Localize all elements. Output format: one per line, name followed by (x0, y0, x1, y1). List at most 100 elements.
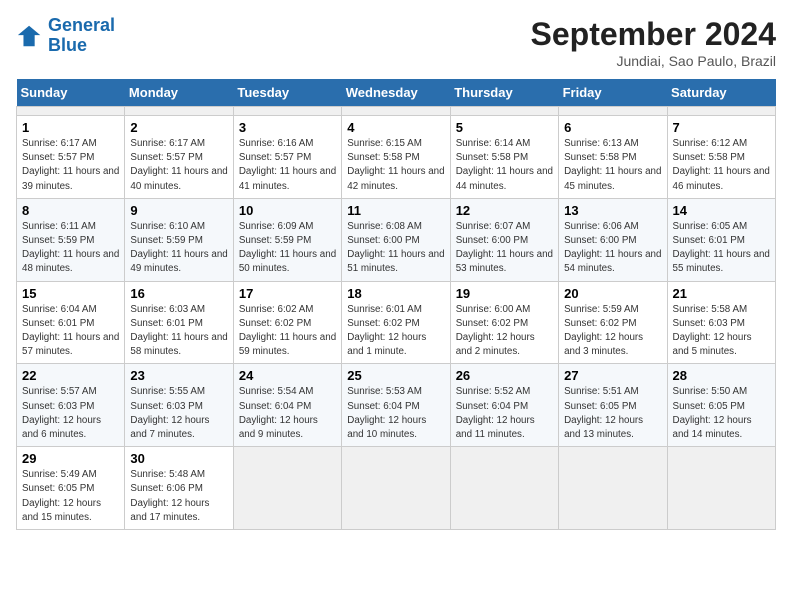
calendar-week-row: 15 Sunrise: 6:04 AMSunset: 6:01 PMDayligh… (17, 281, 776, 364)
month-title: September 2024 (531, 16, 776, 53)
calendar-cell (450, 447, 558, 530)
day-info: Sunrise: 6:03 AMSunset: 6:01 PMDaylight:… (130, 303, 227, 360)
day-info: Sunrise: 5:55 AMSunset: 6:03 PMDaylight:… (130, 385, 227, 442)
day-info: Sunrise: 5:51 AMSunset: 6:05 PMDaylight:… (564, 385, 661, 442)
day-number: 26 (456, 368, 553, 383)
day-number: 23 (130, 368, 227, 383)
calendar-cell: 18 Sunrise: 6:01 AMSunset: 6:02 PMDayligh… (342, 281, 450, 364)
calendar-cell: 20 Sunrise: 5:59 AMSunset: 6:02 PMDayligh… (559, 281, 667, 364)
calendar-cell: 12 Sunrise: 6:07 AMSunset: 6:00 PMDayligh… (450, 198, 558, 281)
day-info: Sunrise: 6:16 AMSunset: 5:57 PMDaylight:… (239, 137, 336, 194)
day-info: Sunrise: 6:01 AMSunset: 6:02 PMDaylight:… (347, 303, 444, 360)
day-number: 5 (456, 120, 553, 135)
day-info: Sunrise: 6:14 AMSunset: 5:58 PMDaylight:… (456, 137, 553, 194)
day-info: Sunrise: 5:57 AMSunset: 6:03 PMDaylight:… (22, 385, 119, 442)
calendar-cell (233, 107, 341, 116)
weekday-header-row: SundayMondayTuesdayWednesdayThursdayFrid… (17, 79, 776, 107)
calendar-week-row (17, 107, 776, 116)
calendar-cell: 30 Sunrise: 5:48 AMSunset: 6:06 PMDayligh… (125, 447, 233, 530)
day-number: 18 (347, 286, 444, 301)
calendar-cell: 5 Sunrise: 6:14 AMSunset: 5:58 PMDaylight… (450, 116, 558, 199)
calendar-week-row: 8 Sunrise: 6:11 AMSunset: 5:59 PMDaylight… (17, 198, 776, 281)
calendar-cell: 2Sunrise: 6:17 AMSunset: 5:57 PMDaylight… (125, 116, 233, 199)
day-number: 30 (130, 451, 227, 466)
logo-general: General (48, 16, 115, 36)
day-info: Sunrise: 5:53 AMSunset: 6:04 PMDaylight:… (347, 385, 444, 442)
calendar-cell (342, 107, 450, 116)
day-number: 20 (564, 286, 661, 301)
day-number: 29 (22, 451, 119, 466)
day-number: 14 (673, 203, 770, 218)
calendar-cell: 24Sunrise: 5:54 AMSunset: 6:04 PMDayligh… (233, 364, 341, 447)
calendar-cell: 4 Sunrise: 6:15 AMSunset: 5:58 PMDaylight… (342, 116, 450, 199)
calendar-week-row: 1 Sunrise: 6:17 AMSunset: 5:57 PMDaylight… (17, 116, 776, 199)
calendar-cell (450, 107, 558, 116)
day-number: 13 (564, 203, 661, 218)
day-info: Sunrise: 5:50 AMSunset: 6:05 PMDaylight:… (673, 385, 770, 442)
day-info: Sunrise: 6:08 AMSunset: 6:00 PMDaylight:… (347, 220, 444, 277)
calendar-cell: 22Sunrise: 5:57 AMSunset: 6:03 PMDayligh… (17, 364, 125, 447)
day-number: 12 (456, 203, 553, 218)
day-info: Sunrise: 6:00 AMSunset: 6:02 PMDaylight:… (456, 303, 553, 360)
weekday-header: Monday (125, 79, 233, 107)
day-info: Sunrise: 6:09 AMSunset: 5:59 PMDaylight:… (239, 220, 336, 277)
day-number: 3 (239, 120, 336, 135)
day-info: Sunrise: 5:48 AMSunset: 6:06 PMDaylight:… (130, 468, 227, 525)
calendar-cell (559, 447, 667, 530)
calendar-cell: 15 Sunrise: 6:04 AMSunset: 6:01 PMDayligh… (17, 281, 125, 364)
calendar-cell: 21Sunrise: 5:58 AMSunset: 6:03 PMDayligh… (667, 281, 775, 364)
day-info: Sunrise: 6:11 AMSunset: 5:59 PMDaylight:… (22, 220, 119, 277)
day-info: Sunrise: 5:52 AMSunset: 6:04 PMDaylight:… (456, 385, 553, 442)
calendar-cell: 27Sunrise: 5:51 AMSunset: 6:05 PMDayligh… (559, 364, 667, 447)
day-info: Sunrise: 6:13 AMSunset: 5:58 PMDaylight:… (564, 137, 661, 194)
calendar-cell (667, 107, 775, 116)
day-number: 7 (673, 120, 770, 135)
weekday-header: Sunday (17, 79, 125, 107)
page-header: General Blue September 2024 Jundiai, Sao… (16, 16, 776, 69)
calendar-cell: 1 Sunrise: 6:17 AMSunset: 5:57 PMDaylight… (17, 116, 125, 199)
day-number: 10 (239, 203, 336, 218)
day-number: 17 (239, 286, 336, 301)
calendar-cell: 6 Sunrise: 6:13 AMSunset: 5:58 PMDaylight… (559, 116, 667, 199)
weekday-header: Thursday (450, 79, 558, 107)
title-block: September 2024 Jundiai, Sao Paulo, Brazi… (531, 16, 776, 69)
calendar-cell: 11 Sunrise: 6:08 AMSunset: 6:00 PMDayligh… (342, 198, 450, 281)
day-number: 25 (347, 368, 444, 383)
calendar-week-row: 22Sunrise: 5:57 AMSunset: 6:03 PMDayligh… (17, 364, 776, 447)
calendar-table: SundayMondayTuesdayWednesdayThursdayFrid… (16, 79, 776, 530)
day-number: 11 (347, 203, 444, 218)
logo-icon (16, 22, 44, 50)
weekday-header: Tuesday (233, 79, 341, 107)
day-number: 1 (22, 120, 119, 135)
day-info: Sunrise: 6:10 AMSunset: 5:59 PMDaylight:… (130, 220, 227, 277)
day-info: Sunrise: 6:04 AMSunset: 6:01 PMDaylight:… (22, 303, 119, 360)
day-info: Sunrise: 6:12 AMSunset: 5:58 PMDaylight:… (673, 137, 770, 194)
day-number: 8 (22, 203, 119, 218)
day-info: Sunrise: 6:15 AMSunset: 5:58 PMDaylight:… (347, 137, 444, 194)
calendar-cell: 10 Sunrise: 6:09 AMSunset: 5:59 PMDayligh… (233, 198, 341, 281)
day-number: 15 (22, 286, 119, 301)
day-info: Sunrise: 6:17 AMSunset: 5:57 PMDaylight:… (22, 137, 119, 194)
day-info: Sunrise: 6:02 AMSunset: 6:02 PMDaylight:… (239, 303, 336, 360)
day-number: 21 (673, 286, 770, 301)
calendar-cell: 16Sunrise: 6:03 AMSunset: 6:01 PMDayligh… (125, 281, 233, 364)
calendar-cell: 8 Sunrise: 6:11 AMSunset: 5:59 PMDaylight… (17, 198, 125, 281)
day-info: Sunrise: 5:59 AMSunset: 6:02 PMDaylight:… (564, 303, 661, 360)
weekday-header: Saturday (667, 79, 775, 107)
calendar-cell (233, 447, 341, 530)
calendar-cell: 7 Sunrise: 6:12 AMSunset: 5:58 PMDaylight… (667, 116, 775, 199)
calendar-cell: 3 Sunrise: 6:16 AMSunset: 5:57 PMDaylight… (233, 116, 341, 199)
logo-blue: Blue (48, 36, 115, 56)
logo: General Blue (16, 16, 115, 56)
calendar-cell: 13Sunrise: 6:06 AMSunset: 6:00 PMDayligh… (559, 198, 667, 281)
weekday-header: Friday (559, 79, 667, 107)
day-number: 6 (564, 120, 661, 135)
day-info: Sunrise: 6:07 AMSunset: 6:00 PMDaylight:… (456, 220, 553, 277)
day-info: Sunrise: 5:54 AMSunset: 6:04 PMDaylight:… (239, 385, 336, 442)
calendar-cell: 26 Sunrise: 5:52 AMSunset: 6:04 PMDayligh… (450, 364, 558, 447)
day-number: 4 (347, 120, 444, 135)
calendar-cell: 25 Sunrise: 5:53 AMSunset: 6:04 PMDayligh… (342, 364, 450, 447)
calendar-cell: 28Sunrise: 5:50 AMSunset: 6:05 PMDayligh… (667, 364, 775, 447)
calendar-cell (342, 447, 450, 530)
day-number: 9 (130, 203, 227, 218)
